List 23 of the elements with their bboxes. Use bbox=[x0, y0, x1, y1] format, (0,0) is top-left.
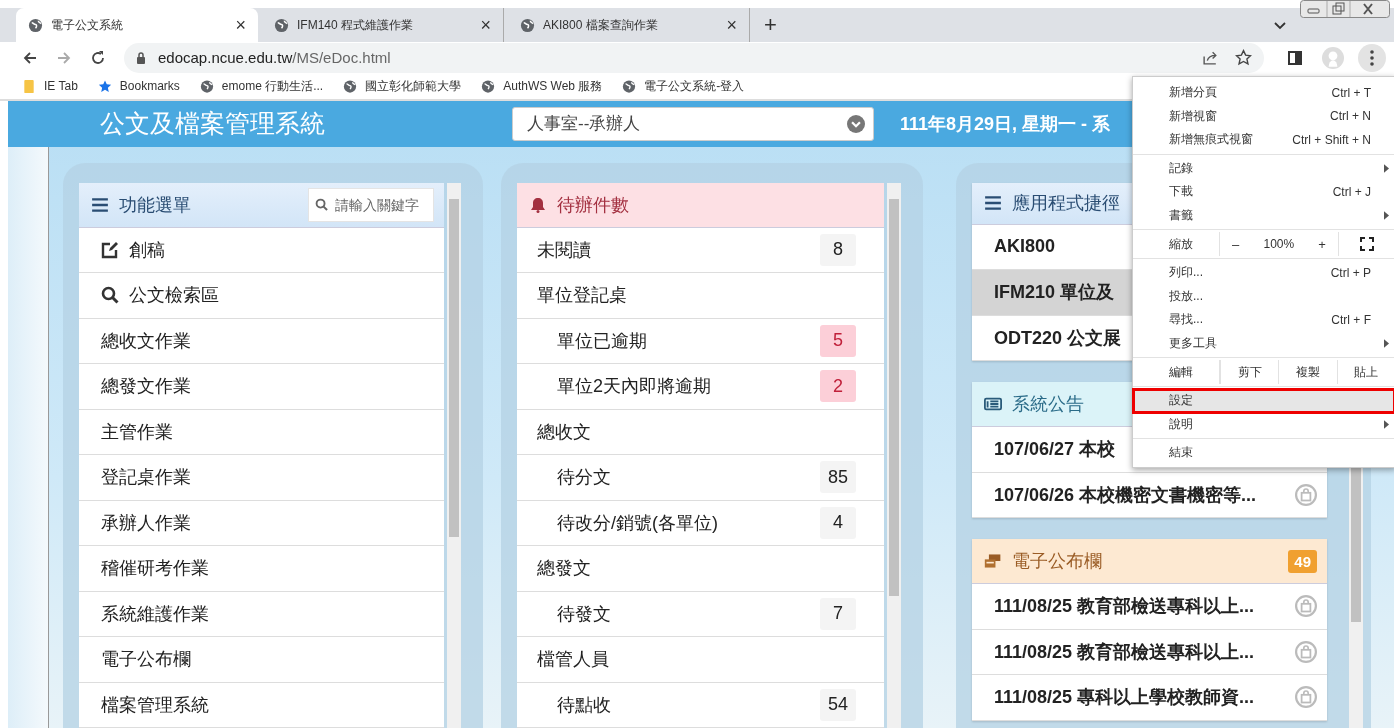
app-title: 公文及檔案管理系統 bbox=[100, 108, 326, 140]
count-badge: 49 bbox=[1288, 549, 1317, 573]
count-badge: 7 bbox=[820, 597, 856, 630]
tab-title: AKI800 檔案查詢作業 bbox=[543, 16, 659, 34]
tab-title: 電子公文系統 bbox=[51, 16, 124, 34]
date-text: 111年8月29日, 星期一 - 系 bbox=[900, 112, 1111, 136]
count-badge: 4 bbox=[820, 506, 856, 539]
count-badge: 85 bbox=[819, 461, 856, 494]
panel-title: 待辦件數 bbox=[557, 193, 629, 217]
zoom-level: 100% bbox=[1263, 237, 1295, 251]
count-badge: 5 bbox=[820, 324, 856, 357]
url-path: /MS/eDoc.html bbox=[292, 49, 391, 67]
panel-title: 應用程式捷徑 bbox=[1012, 192, 1120, 215]
count-badge: 8 bbox=[820, 233, 856, 266]
count-badge: 2 bbox=[820, 370, 856, 403]
zoom-label: 縮放 bbox=[1133, 232, 1220, 256]
panel-title: 功能選單 bbox=[119, 193, 191, 217]
tab-title: IFM140 程式維護作業 bbox=[297, 16, 414, 34]
panel-title: 電子公布欄 bbox=[1012, 550, 1102, 573]
url-host: edocap.ncue.edu.tw bbox=[158, 49, 293, 67]
edit-label: 編輯 bbox=[1133, 360, 1220, 384]
panel-title: 系統公告 bbox=[1012, 393, 1084, 416]
count-badge: 54 bbox=[819, 688, 856, 721]
